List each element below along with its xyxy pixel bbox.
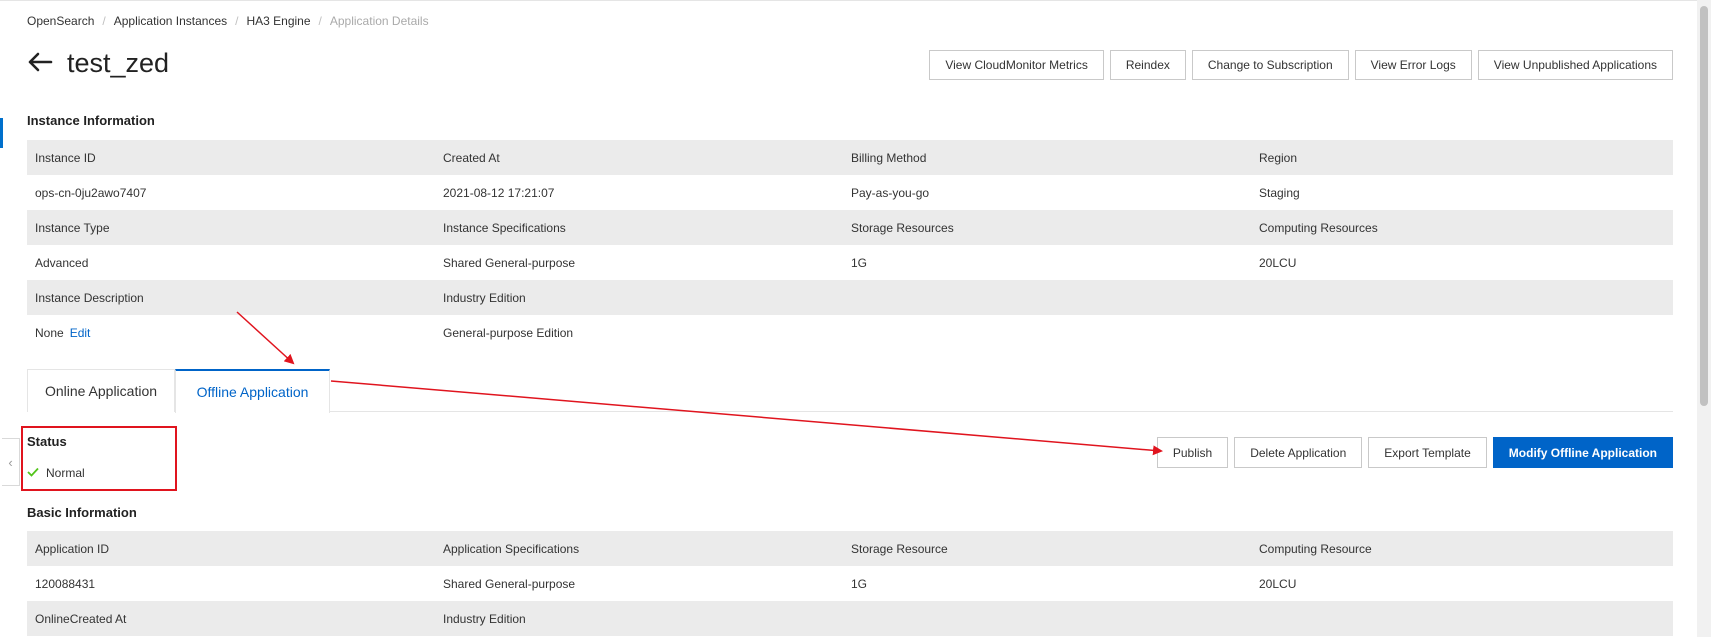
info-value: Staging — [1259, 185, 1300, 200]
info-label: Instance Type — [35, 220, 110, 235]
basic-information-table: Application ID Application Specification… — [27, 531, 1673, 636]
sidebar-active-indicator — [0, 118, 3, 148]
info-value: 20LCU — [1259, 255, 1297, 270]
scrollbar-thumb[interactable] — [1700, 6, 1708, 406]
breadcrumb-item-opensearch[interactable]: OpenSearch — [27, 14, 94, 28]
info-value: 2021-08-12 17:21:07 — [443, 185, 555, 200]
info-value: Shared General-purpose — [443, 255, 576, 270]
view-unpublished-applications-button[interactable]: View Unpublished Applications — [1477, 50, 1673, 80]
basic-label-row: Application ID Application Specification… — [27, 531, 1673, 566]
page-header: test_zed — [27, 48, 169, 79]
info-label-row: Instance Type Instance Specifications St… — [27, 210, 1673, 245]
sidebar-collapse-toggle[interactable]: ‹ — [2, 438, 20, 486]
chevron-left-icon: ‹ — [8, 454, 13, 470]
basic-label: OnlineCreated At — [35, 611, 127, 626]
info-label: Computing Resources — [1259, 220, 1378, 235]
basic-label-row: OnlineCreated At Industry Edition — [27, 601, 1673, 636]
basic-value: 20LCU — [1259, 576, 1297, 591]
basic-value: 120088431 — [35, 576, 96, 591]
publish-button[interactable]: Publish — [1156, 437, 1229, 468]
view-error-logs-button[interactable]: View Error Logs — [1354, 50, 1472, 80]
info-value: 1G — [851, 255, 868, 270]
basic-label: Industry Edition — [443, 611, 526, 626]
info-value: ops-cn-0ju2awo7407 — [35, 185, 147, 200]
info-label: Created At — [443, 150, 500, 165]
edit-description-link[interactable]: Edit — [70, 326, 91, 340]
change-to-subscription-button[interactable]: Change to Subscription — [1191, 50, 1349, 80]
delete-application-button[interactable]: Delete Application — [1234, 437, 1363, 468]
info-value: Pay-as-you-go — [851, 185, 930, 200]
info-label-row: Instance ID Created At Billing Method Re… — [27, 140, 1673, 175]
breadcrumb: OpenSearch / Application Instances / HA3… — [27, 14, 429, 28]
info-value-row: None Edit General-purpose Edition — [27, 315, 1673, 350]
top-divider — [0, 0, 1697, 1]
instance-information-title: Instance Information — [27, 113, 155, 128]
annotation-highlight-box — [21, 426, 177, 491]
instance-information-table: Instance ID Created At Billing Method Re… — [27, 140, 1673, 350]
page-title: test_zed — [67, 48, 170, 78]
reindex-button[interactable]: Reindex — [1109, 50, 1186, 80]
info-value-row: Advanced Shared General-purpose 1G 20LCU — [27, 245, 1673, 280]
breadcrumb-item-current: Application Details — [329, 14, 429, 28]
basic-label: Application Specifications — [443, 541, 580, 556]
basic-label: Computing Resource — [1259, 541, 1372, 556]
info-label: Region — [1259, 150, 1298, 165]
basic-value: 1G — [851, 576, 868, 591]
header-actions: View CloudMonitor Metrics Reindex Change… — [929, 50, 1673, 80]
application-tabs: Online Application Offline Application — [27, 369, 1673, 413]
info-value: Advanced — [35, 255, 89, 270]
info-value: None Edit — [27, 326, 435, 340]
info-label: Instance Description — [35, 290, 144, 305]
basic-value: Shared General-purpose — [443, 576, 576, 591]
info-label-row: Instance Description Industry Edition — [27, 280, 1673, 315]
info-value-row: ops-cn-0ju2awo7407 2021-08-12 17:21:07 P… — [27, 175, 1673, 210]
view-cloudmonitor-metrics-button[interactable]: View CloudMonitor Metrics — [929, 50, 1104, 80]
export-template-button[interactable]: Export Template — [1368, 437, 1487, 468]
tab-online-application[interactable]: Online Application — [27, 369, 175, 412]
arrow-left-icon[interactable] — [27, 52, 53, 75]
breadcrumb-item-ha3-engine[interactable]: HA3 Engine — [246, 14, 310, 28]
info-label: Storage Resources — [851, 220, 954, 235]
application-actions: Publish Delete Application Export Templa… — [1156, 437, 1673, 468]
info-value: General-purpose Edition — [443, 325, 574, 340]
info-label: Instance ID — [35, 150, 96, 165]
basic-information-title: Basic Information — [27, 505, 137, 520]
breadcrumb-separator: / — [235, 14, 239, 28]
breadcrumb-separator: / — [318, 14, 322, 28]
basic-label: Application ID — [35, 541, 110, 556]
modify-offline-application-button[interactable]: Modify Offline Application — [1492, 437, 1673, 468]
info-label: Billing Method — [851, 150, 927, 165]
breadcrumb-item-application-instances[interactable]: Application Instances — [114, 14, 227, 28]
basic-value-row: 120088431 Shared General-purpose 1G 20LC… — [27, 566, 1673, 601]
basic-label: Storage Resource — [851, 541, 948, 556]
info-label: Industry Edition — [443, 290, 526, 305]
info-label: Instance Specifications — [443, 220, 566, 235]
instance-description-value: None — [35, 325, 64, 340]
breadcrumb-separator: / — [102, 14, 106, 28]
tab-offline-application[interactable]: Offline Application — [175, 369, 330, 413]
